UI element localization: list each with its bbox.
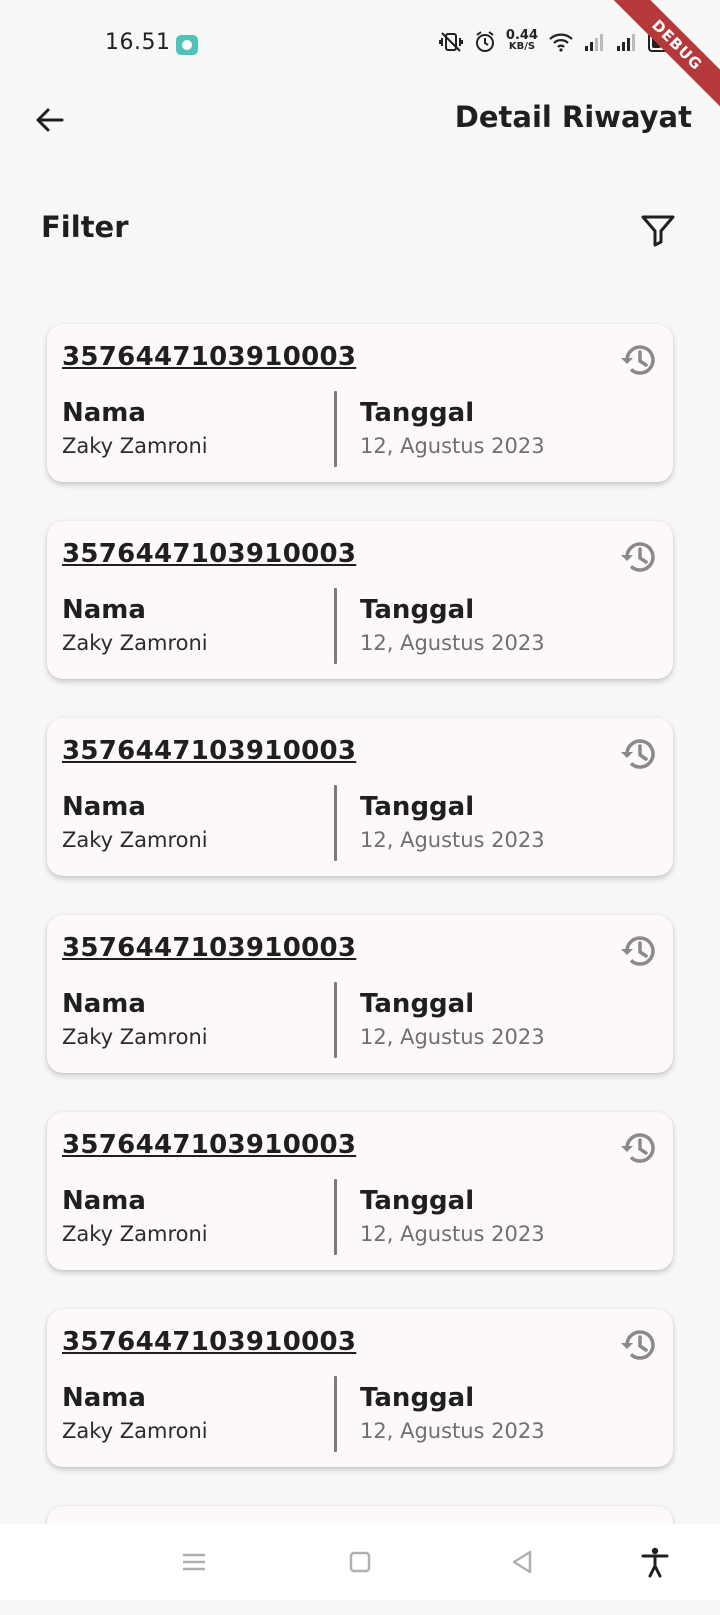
name-label: Nama	[62, 1186, 146, 1216]
history-list: 3576447103910003 Nama Zaky Zamroni Tangg…	[47, 324, 673, 1615]
name-label: Nama	[62, 1383, 146, 1413]
record-id[interactable]: 3576447103910003	[62, 1130, 356, 1160]
history-card[interactable]: 3576447103910003 Nama Zaky Zamroni Tangg…	[47, 521, 673, 679]
name-value: Zaky Zamroni	[62, 828, 208, 852]
filter-funnel-icon[interactable]	[636, 208, 680, 252]
name-column: Nama Zaky Zamroni	[62, 989, 208, 1049]
date-value: 12, Agustus 2023	[360, 631, 545, 655]
history-icon[interactable]	[619, 931, 659, 971]
signal-icon	[585, 34, 603, 51]
net-speed-value: 0.44	[505, 28, 538, 43]
menu-icon[interactable]	[176, 1544, 212, 1580]
date-value: 12, Agustus 2023	[360, 1222, 545, 1246]
history-card[interactable]: 3576447103910003 Nama Zaky Zamroni Tangg…	[47, 915, 673, 1073]
net-speed-unit: KB/S	[508, 41, 536, 52]
history-card[interactable]: 3576447103910003 Nama Zaky Zamroni Tangg…	[47, 1112, 673, 1270]
history-card[interactable]: 3576447103910003 Nama Zaky Zamroni Tangg…	[47, 324, 673, 482]
name-column: Nama Zaky Zamroni	[62, 1383, 208, 1443]
notification-app-icon	[176, 35, 198, 55]
date-value: 12, Agustus 2023	[360, 434, 545, 458]
record-id[interactable]: 3576447103910003	[62, 539, 356, 569]
record-id[interactable]: 3576447103910003	[62, 736, 356, 766]
name-value: Zaky Zamroni	[62, 1222, 208, 1246]
date-value: 12, Agustus 2023	[360, 1025, 545, 1049]
column-divider	[334, 1179, 337, 1255]
record-id[interactable]: 3576447103910003	[62, 342, 356, 372]
name-label: Nama	[62, 989, 146, 1019]
history-card[interactable]: 3576447103910003 Nama Zaky Zamroni Tangg…	[47, 718, 673, 876]
name-value: Zaky Zamroni	[62, 1419, 208, 1443]
net-speed: 0.44 KB/S	[505, 28, 538, 54]
column-divider	[334, 982, 337, 1058]
date-column: Tanggal 12, Agustus 2023	[360, 1383, 545, 1443]
system-nav-bar	[0, 1524, 720, 1600]
history-icon[interactable]	[619, 734, 659, 774]
name-label: Nama	[62, 792, 146, 822]
filter-row: Filter	[0, 200, 720, 260]
date-column: Tanggal 12, Agustus 2023	[360, 398, 545, 458]
history-icon[interactable]	[619, 1325, 659, 1365]
date-value: 12, Agustus 2023	[360, 1419, 545, 1443]
page-title: Detail Riwayat	[454, 100, 692, 134]
alarm-icon	[475, 31, 494, 52]
name-column: Nama Zaky Zamroni	[62, 595, 208, 655]
date-column: Tanggal 12, Agustus 2023	[360, 792, 545, 852]
name-value: Zaky Zamroni	[62, 1025, 208, 1049]
date-label: Tanggal	[360, 1383, 475, 1413]
app-bar: Detail Riwayat	[0, 90, 720, 150]
record-id[interactable]: 3576447103910003	[62, 1327, 356, 1357]
home-square-icon[interactable]	[342, 1544, 378, 1580]
name-label: Nama	[62, 398, 146, 428]
back-arrow-icon[interactable]	[28, 98, 72, 142]
history-icon[interactable]	[619, 340, 659, 380]
record-id[interactable]: 3576447103910003	[62, 933, 356, 963]
history-icon[interactable]	[619, 1128, 659, 1168]
name-value: Zaky Zamroni	[62, 631, 208, 655]
column-divider	[334, 1376, 337, 1452]
date-label: Tanggal	[360, 398, 475, 428]
column-divider	[334, 391, 337, 467]
name-column: Nama Zaky Zamroni	[62, 1186, 208, 1246]
date-label: Tanggal	[360, 792, 475, 822]
date-value: 12, Agustus 2023	[360, 828, 545, 852]
status-icons: 0.44 KB/S	[438, 28, 682, 54]
history-icon[interactable]	[619, 537, 659, 577]
date-column: Tanggal 12, Agustus 2023	[360, 1186, 545, 1246]
date-label: Tanggal	[360, 989, 475, 1019]
name-column: Nama Zaky Zamroni	[62, 792, 208, 852]
date-column: Tanggal 12, Agustus 2023	[360, 595, 545, 655]
wifi-icon	[549, 33, 573, 52]
filter-label: Filter	[41, 210, 129, 244]
name-value: Zaky Zamroni	[62, 434, 208, 458]
accessibility-icon[interactable]	[637, 1544, 673, 1580]
history-card[interactable]: 3576447103910003 Nama Zaky Zamroni Tangg…	[47, 1309, 673, 1467]
column-divider	[334, 588, 337, 664]
date-label: Tanggal	[360, 1186, 475, 1216]
name-label: Nama	[62, 595, 146, 625]
name-column: Nama Zaky Zamroni	[62, 398, 208, 458]
vibrate-off-icon	[438, 32, 463, 52]
column-divider	[334, 785, 337, 861]
signal-icon	[617, 34, 635, 51]
date-label: Tanggal	[360, 595, 475, 625]
status-bar: 16.51 0.44 KB/S DEBUG	[0, 0, 720, 115]
back-triangle-icon[interactable]	[505, 1544, 541, 1580]
date-column: Tanggal 12, Agustus 2023	[360, 989, 545, 1049]
status-time: 16.51	[105, 30, 171, 55]
